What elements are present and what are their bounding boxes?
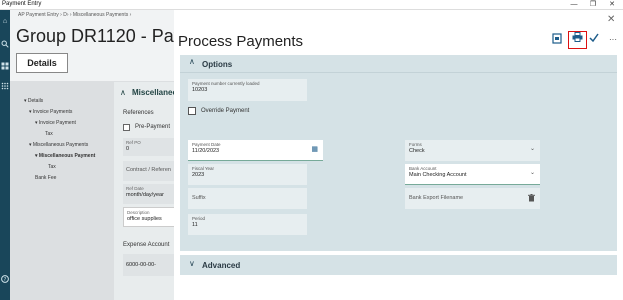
- tree-item-misc-tax[interactable]: Tax: [24, 162, 95, 173]
- trash-icon[interactable]: [528, 194, 535, 204]
- tree-item-invoice-payments[interactable]: ▾ Invoice Payments: [24, 107, 95, 118]
- advanced-section-header[interactable]: ∨ Advanced: [180, 255, 617, 275]
- close-icon[interactable]: ✕: [607, 14, 617, 26]
- collapse-chevron-icon[interactable]: ∧: [120, 88, 126, 97]
- options-heading: Options: [202, 60, 233, 69]
- more-options-icon[interactable]: ···: [606, 33, 620, 47]
- tree-item-invoice-payment[interactable]: ▾ Invoice Payment: [24, 118, 95, 129]
- expand-chevron-icon: ∨: [189, 259, 195, 268]
- window-close-button[interactable]: ✕: [605, 0, 619, 10]
- tab-details[interactable]: Details: [16, 53, 68, 73]
- tree-item-misc-payments[interactable]: ▾ Miscellaneous Payments: [24, 140, 95, 151]
- tree-item-invoice-tax[interactable]: Tax: [24, 129, 95, 140]
- tree-item-details[interactable]: ▾ Details: [24, 96, 95, 107]
- expense-account-label: Expense Account: [123, 242, 170, 248]
- window-title: Payment Entry: [2, 1, 42, 7]
- collapse-chevron-icon: ∧: [189, 57, 195, 66]
- options-section-header[interactable]: ∧ Options: [180, 55, 617, 73]
- restore-button[interactable]: ❐: [586, 0, 600, 10]
- advanced-heading: Advanced: [202, 261, 241, 270]
- approve-icon[interactable]: [587, 33, 601, 47]
- options-section: ∧ Options Payment number currently loade…: [180, 55, 617, 251]
- calendar-icon[interactable]: ▦: [311, 145, 318, 153]
- grid-icon[interactable]: [1, 62, 9, 70]
- home-icon[interactable]: ⌂: [1, 18, 9, 26]
- svg-text:?: ?: [4, 277, 7, 283]
- prepayment-checkbox[interactable]: [123, 124, 130, 131]
- minimize-button[interactable]: —: [567, 0, 581, 10]
- forms-select[interactable]: Forms Check ⌄: [405, 140, 540, 161]
- search-icon[interactable]: [1, 40, 9, 48]
- navigation-tree: ▾ Details ▾ Invoice Payments ▾ Invoice P…: [24, 96, 95, 184]
- process-payments-dialog: ✕ Process Payments ··· ∧ Options Payment…: [174, 10, 623, 300]
- chevron-down-icon: ⌄: [529, 170, 535, 176]
- payment-number-field: Payment number currently loaded 10203: [188, 79, 307, 101]
- override-payment-label: Override Payment: [201, 108, 250, 114]
- period-field[interactable]: Period 11: [188, 214, 307, 235]
- payment-date-field[interactable]: Payment Date 11/20/2023 ▦: [188, 140, 323, 161]
- bank-account-select[interactable]: Bank Account Main Checking Account ⌄: [405, 164, 540, 185]
- breadcrumb[interactable]: AP Payment Entry › D› › Miscellaneous Pa…: [18, 12, 131, 18]
- bank-export-filename-field[interactable]: Bank Export Filename: [405, 188, 540, 209]
- tree-item-bank-fee[interactable]: Bank Fee: [24, 173, 95, 184]
- print-icon[interactable]: [568, 31, 587, 49]
- prepayment-label: Pre-Payment: [135, 124, 171, 130]
- references-label: References: [123, 110, 154, 116]
- fiscal-year-field[interactable]: Fiscal Year 2023: [188, 164, 307, 185]
- dialog-title: Process Payments: [178, 33, 304, 50]
- save-icon[interactable]: [550, 33, 564, 47]
- nav-rail: ⌂ ?: [0, 10, 10, 300]
- waffle-icon[interactable]: [1, 82, 9, 90]
- tree-item-misc-payment[interactable]: ▾ Miscellaneous Payment: [24, 151, 95, 162]
- window-title-bar: Payment Entry — ❐ ✕: [0, 0, 623, 10]
- chevron-down-icon: ⌄: [529, 146, 535, 152]
- suffix-field[interactable]: Suffix: [188, 188, 307, 209]
- help-icon[interactable]: ?: [1, 275, 9, 283]
- override-payment-checkbox[interactable]: [188, 107, 196, 115]
